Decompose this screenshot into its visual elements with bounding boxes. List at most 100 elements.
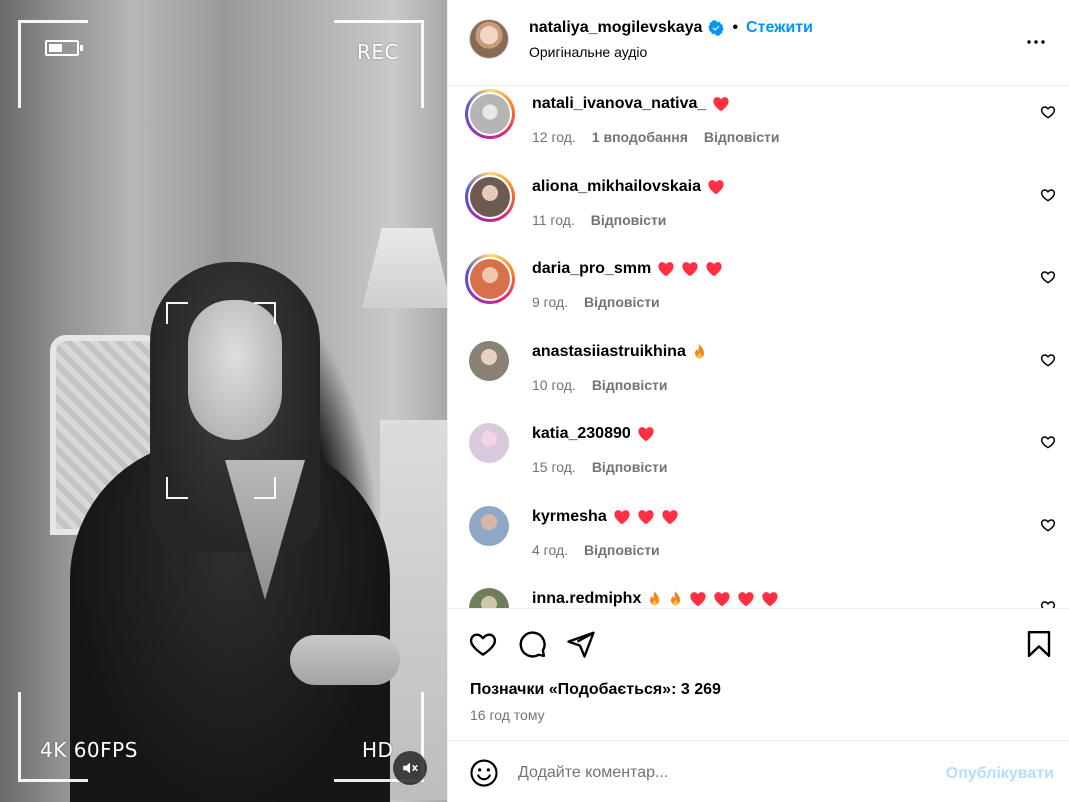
comment-meta: 10 год. Відповісти [532,377,667,393]
comment-time[interactable]: 10 год. [532,377,576,393]
comment-icon[interactable] [517,629,547,659]
viewfinder-corner-top-right [334,20,424,108]
comment-input[interactable] [518,759,918,787]
comment-like-icon[interactable] [1040,187,1056,203]
fps-label: 4K 60FPS [40,738,138,762]
red-heart-emoji [661,509,679,525]
comment-meta: 9 год. Відповісти [532,294,660,310]
comment-body: inna.redmiphx [532,590,779,608]
commenter-username[interactable]: katia_230890 [532,425,631,443]
comment-time[interactable]: 12 год. [532,129,576,145]
comment-row: inna.redmiphx [448,582,1069,608]
comment-meta: 4 год. Відповісти [532,542,660,558]
reply-button[interactable]: Відповісти [592,377,668,393]
comment-row: katia_230890 15 год. Відповісти [448,417,1069,499]
battery-icon [45,40,83,56]
video-scene-hands [290,635,400,685]
commenter-username[interactable]: kyrmesha [532,508,607,526]
comment-like-icon[interactable] [1040,599,1056,608]
comment-row: natali_ivanova_nativa_ 12 год. 1 вподобанн… [448,87,1069,169]
instagram-post-view: REC 4K 60FPS HD nataliya_mogilevskaya • … [0,0,1069,802]
comment-row: daria_pro_smm 9 год. Відповісти [448,252,1069,334]
red-heart-emoji [689,591,707,607]
comment-like-icon[interactable] [1040,517,1056,533]
comment-like-icon[interactable] [1040,434,1056,450]
commenter-avatar[interactable] [469,505,509,546]
publish-button[interactable]: Опублікувати [946,765,1054,783]
comment-meta: 12 год. 1 вподобання Відповісти [532,129,780,145]
comment-row: aliona_mikhailovskaia 11 год. Відповісти [448,170,1069,252]
comment-body: aliona_mikhailovskaia [532,178,725,196]
viewfinder-corner-bottom-left [18,692,88,782]
comment-meta: 11 год. Відповісти [532,212,666,228]
reply-button[interactable]: Відповісти [704,129,780,145]
mute-button[interactable] [393,751,427,785]
comment-time[interactable]: 9 год. [532,294,568,310]
audio-label[interactable]: Оригінальне аудіо [529,44,647,60]
follow-button[interactable]: Стежити [746,19,813,37]
red-heart-emoji [705,261,723,277]
comment-body: natali_ivanova_nativa_ [532,95,730,113]
post-header: nataliya_mogilevskaya • Стежити Оригінал… [448,0,1069,86]
more-options-icon[interactable] [1024,30,1048,54]
red-heart-emoji [761,591,779,607]
separator-dot: • [732,19,739,36]
comment-body: katia_230890 [532,425,655,443]
video-scene-lamp [362,228,447,308]
emoji-smile-icon[interactable] [469,758,499,788]
commenter-username[interactable]: daria_pro_smm [532,260,651,278]
commenter-avatar[interactable] [469,340,509,381]
red-heart-emoji [712,96,730,112]
red-heart-emoji [637,426,655,442]
likes-count[interactable]: Позначки «Подобається»: 3 269 [470,681,721,699]
commenter-username[interactable]: inna.redmiphx [532,590,641,608]
commenter-avatar[interactable] [469,588,509,608]
comment-time[interactable]: 15 год. [532,459,576,475]
owner-avatar[interactable] [469,19,509,59]
reply-button[interactable]: Відповісти [591,212,667,228]
red-heart-emoji [713,591,731,607]
comment-body: anastasiiastruikhina [532,343,707,361]
comment-likes[interactable]: 1 вподобання [592,129,688,145]
post-timestamp[interactable]: 16 год тому [470,707,545,723]
like-icon[interactable] [468,629,498,659]
comment-like-icon[interactable] [1040,352,1056,368]
commenter-avatar[interactable] [465,89,515,139]
commenter-username[interactable]: natali_ivanova_nativa_ [532,95,706,113]
fire-emoji [647,590,662,608]
commenter-avatar[interactable] [465,254,515,304]
hd-label: HD [362,738,394,762]
rec-label: REC [357,40,399,64]
focus-frame-corner [166,477,188,499]
comment-row: kyrmesha 4 год. Відповісти [448,500,1069,582]
commenter-avatar[interactable] [469,423,509,463]
comment-row: anastasiiastruikhina 10 год. Відповісти [448,335,1069,417]
comments-list[interactable]: natali_ivanova_nativa_ 12 год. 1 вподобанн… [448,87,1069,608]
speaker-muted-icon [403,762,418,774]
focus-frame-corner [254,477,276,499]
share-icon[interactable] [566,629,596,659]
post-sidebar: nataliya_mogilevskaya • Стежити Оригінал… [447,0,1069,802]
reply-button[interactable]: Відповісти [592,459,668,475]
post-video[interactable]: REC 4K 60FPS HD [0,0,447,802]
reply-button[interactable]: Відповісти [584,542,660,558]
comment-time[interactable]: 4 год. [532,542,568,558]
comment-like-icon[interactable] [1040,269,1056,285]
owner-line: nataliya_mogilevskaya • Стежити [529,19,813,37]
comment-meta: 15 год. Відповісти [532,459,667,475]
fire-emoji [692,343,707,361]
commenter-username[interactable]: aliona_mikhailovskaia [532,178,701,196]
focus-frame-corner [254,302,276,324]
comment-body: kyrmesha [532,508,679,526]
comment-like-icon[interactable] [1040,104,1056,120]
commenter-avatar[interactable] [465,171,515,222]
post-actions: Позначки «Подобається»: 3 269 16 год том… [448,608,1069,740]
comment-time[interactable]: 11 год. [532,212,575,228]
red-heart-emoji [707,179,725,195]
owner-username[interactable]: nataliya_mogilevskaya [529,19,702,37]
commenter-username[interactable]: anastasiiastruikhina [532,343,686,361]
red-heart-emoji [681,261,699,277]
red-heart-emoji [613,509,631,525]
reply-button[interactable]: Відповісти [584,294,660,310]
save-icon[interactable] [1024,629,1054,659]
